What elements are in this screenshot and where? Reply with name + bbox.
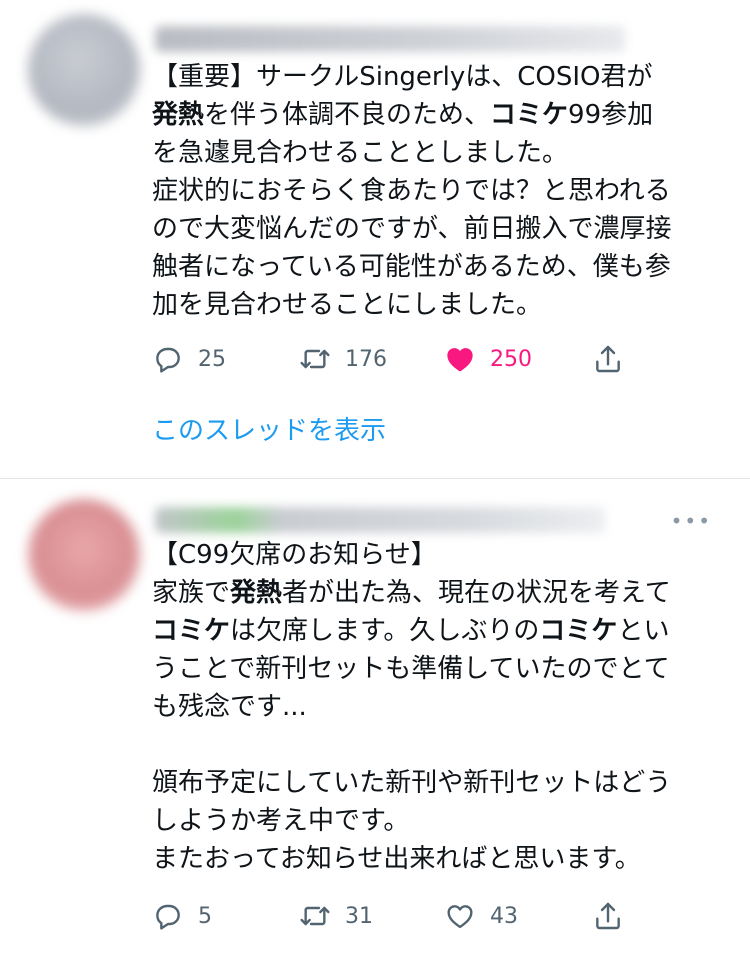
reply-count: 25	[198, 346, 226, 372]
tweet-text-line: またおってお知らせ出来ればと思います。	[152, 840, 732, 878]
text-segment: うことで新刊セットも準備していたのでとて	[152, 654, 670, 684]
tweet-text-line: 【重要】サークルSingerlyは、COSIO君が	[152, 58, 732, 96]
text-segment: とい	[617, 616, 670, 646]
reply-button[interactable]: 25	[152, 339, 226, 379]
tweet-text-line: 【C99欠席のお知らせ】	[152, 536, 732, 574]
text-segment: も残念です...	[152, 692, 307, 722]
text-segment: は欠席します。久しぶりの	[230, 616, 540, 646]
tweet[interactable]: 【重要】サークルSingerlyは、COSIO君が 発熱を伴う体調不良のため、コミ…	[0, 0, 750, 478]
heart-outline-icon	[447, 905, 473, 929]
retweet-button[interactable]: 31	[299, 896, 373, 936]
tweet-text-line: うことで新刊セットも準備していたのでとて	[152, 650, 732, 688]
retweet-count: 176	[345, 346, 387, 372]
text-segment: 99参加	[568, 100, 654, 130]
heart-filled-icon	[447, 348, 473, 372]
like-count: 250	[490, 346, 532, 372]
like-button[interactable]: 250	[444, 339, 532, 379]
tweet-text-line: しようか考え中です。	[152, 802, 732, 840]
text-segment: ので大変悩んだのですが、前日搬入で濃厚接	[152, 214, 672, 244]
tweet[interactable]: ••• 【C99欠席のお知らせ】 家族で発熱者が出た為、現在の状況を考えて コミケは…	[0, 479, 750, 957]
tweet-text-line: を急遽見合わせることとしました。	[152, 134, 732, 172]
share-button[interactable]	[592, 339, 624, 379]
text-segment: またおってお知らせ出来ればと思います。	[152, 844, 641, 874]
text-segment: 者が出た為、現在の状況を考えて	[282, 578, 671, 608]
reply-button[interactable]: 5	[152, 896, 212, 936]
tweet-text-line: も残念です...	[152, 688, 732, 726]
share-button[interactable]	[592, 896, 624, 936]
retweet-icon	[300, 906, 330, 926]
reply-count: 5	[198, 903, 212, 929]
highlighted-keyword: 発熱	[230, 578, 283, 608]
text-segment: 症状的におそらく食あたりでは？と思われる	[152, 176, 671, 206]
like-count: 43	[490, 903, 518, 929]
tweet-text-line: 家族で発熱者が出た為、現在の状況を考えて	[152, 574, 732, 612]
tweet-text-line: コミケは欠席します。久しぶりのコミケとい	[152, 612, 732, 650]
show-thread-link[interactable]: このスレッドを表示	[152, 410, 386, 447]
text-segment: 【C99欠席のお知らせ】	[152, 540, 437, 570]
tweet-text-line: ので大変悩んだのですが、前日搬入で濃厚接	[152, 210, 732, 248]
text-segment: 頒布予定にしていた新刊や新刊セットはどう	[152, 768, 672, 798]
tweet-author-meta[interactable]	[155, 507, 605, 533]
like-button[interactable]: 43	[444, 896, 518, 936]
highlighted-keyword: 発熱	[152, 100, 205, 130]
highlighted-keyword: コミケ	[152, 616, 231, 646]
tweet-actions: 25 176 250	[152, 339, 632, 379]
share-icon	[596, 902, 620, 930]
reply-icon	[156, 904, 180, 930]
text-segment: 触者になっている可能性があるため、僕も参	[152, 252, 671, 282]
tweet-text-line	[152, 726, 732, 764]
text-segment: を伴う体調不良のため、	[204, 100, 491, 130]
tweet-text: 【C99欠席のお知らせ】 家族で発熱者が出た為、現在の状況を考えて コミケは欠席しま…	[152, 536, 732, 878]
highlighted-keyword: コミケ	[490, 100, 569, 130]
text-segment: 加を見合わせることにしました。	[152, 290, 543, 320]
tweet-text-line: 頒布予定にしていた新刊や新刊セットはどう	[152, 764, 732, 802]
tweet-text-line: 症状的におそらく食あたりでは？と思われる	[152, 172, 732, 210]
text-segment: しようか考え中です。	[152, 806, 410, 836]
tweet-text: 【重要】サークルSingerlyは、COSIO君が 発熱を伴う体調不良のため、コミ…	[152, 58, 732, 324]
retweet-icon	[300, 349, 330, 369]
text-segment: 家族で	[152, 578, 231, 608]
text-segment: を急遽見合わせることとしました。	[152, 138, 569, 168]
tweet-author-meta[interactable]	[155, 26, 625, 52]
more-icon[interactable]: •••	[671, 509, 712, 533]
text-segment: 【重要】サークルSingerlyは、COSIO君が	[152, 62, 653, 92]
share-icon	[596, 345, 620, 373]
retweet-count: 31	[345, 903, 373, 929]
avatar[interactable]	[28, 499, 140, 611]
tweet-text-line: 加を見合わせることにしました。	[152, 286, 732, 324]
retweet-button[interactable]: 176	[299, 339, 387, 379]
avatar[interactable]	[28, 14, 140, 126]
tweet-actions: 5 31 43	[152, 896, 632, 936]
highlighted-keyword: コミケ	[539, 616, 618, 646]
tweet-text-line: 発熱を伴う体調不良のため、コミケ99参加	[152, 96, 732, 134]
reply-icon	[156, 347, 180, 373]
tweet-text-line: 触者になっている可能性があるため、僕も参	[152, 248, 732, 286]
